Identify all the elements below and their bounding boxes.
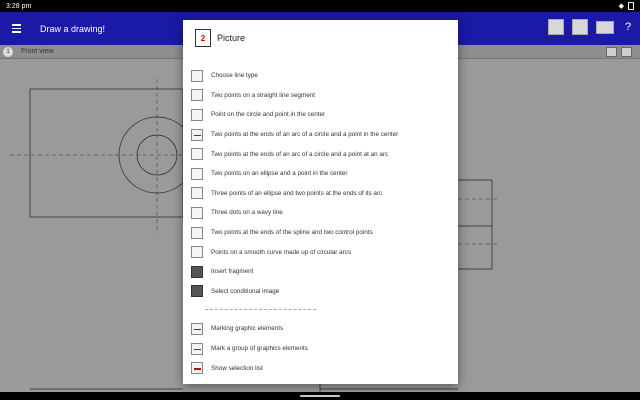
drawing-tool-icon[interactable] xyxy=(548,19,564,35)
menu-item-choose-line-type[interactable]: Choose line type xyxy=(183,66,458,86)
menu-item-line-segment[interactable]: Two points on a straight line segment xyxy=(183,86,458,106)
menu-item-insert-fragment[interactable]: Insert fragment xyxy=(183,262,458,282)
view-title: Front view xyxy=(21,48,54,55)
dialog-title: Picture xyxy=(217,33,246,43)
picture-dialog: 2 Picture Choose line type Two points on… xyxy=(183,20,458,384)
menu-item-selection-list[interactable]: Show selection list xyxy=(183,358,458,378)
menu-item-mark-elements[interactable]: Marking graphic elements xyxy=(183,319,458,339)
line-segment-icon xyxy=(191,89,203,102)
help-button[interactable]: ? xyxy=(622,21,634,33)
outline-left xyxy=(29,88,184,218)
mark-elements-icon xyxy=(191,322,203,335)
circle-icon xyxy=(191,108,203,121)
menu-divider xyxy=(183,301,458,319)
menu-item-circle[interactable]: Point on the circle and point in the cen… xyxy=(183,105,458,125)
home-indicator[interactable] xyxy=(300,395,340,397)
dialog-header: 2 Picture xyxy=(183,20,458,56)
view-number: 1 xyxy=(3,46,13,57)
status-time: 3:28 pm xyxy=(6,2,32,10)
ellipse-arc-icon xyxy=(191,187,203,200)
app-title: Draw a drawing! xyxy=(40,23,106,34)
view-maximize-button[interactable] xyxy=(621,47,632,57)
menu-icon[interactable] xyxy=(0,12,28,45)
status-bar: 3:28 pm ◆ xyxy=(0,0,640,12)
fragment-icon xyxy=(191,265,203,278)
selection-list-icon xyxy=(191,362,203,375)
menu-item-arc-center[interactable]: Two points at the ends of an arc of a ci… xyxy=(183,125,458,145)
menu-item-ellipse-arc[interactable]: Three points of an ellipse and two point… xyxy=(183,184,458,204)
menu-item-wavy-line[interactable]: Three dots on a wavy line xyxy=(183,203,458,223)
wavy-line-icon xyxy=(191,206,203,219)
spline-icon xyxy=(191,226,203,239)
smooth-curve-icon xyxy=(191,246,203,259)
menu-item-conditional-image[interactable]: Select conditional image xyxy=(183,282,458,302)
ellipse-icon xyxy=(191,167,203,180)
navigation-bar xyxy=(0,392,640,400)
mark-group-icon xyxy=(191,342,203,355)
menu-item-spline[interactable]: Two points at the ends of the spline and… xyxy=(183,223,458,243)
arc-center-icon xyxy=(191,128,203,141)
dialog-menu: Choose line type Two points on a straigh… xyxy=(183,66,458,378)
arc-point-icon xyxy=(191,148,203,161)
grid-icon xyxy=(191,69,203,82)
conditional-image-icon xyxy=(191,285,203,298)
menu-item-ellipse[interactable]: Two points on an ellipse and a point in … xyxy=(183,164,458,184)
table-tool-icon[interactable] xyxy=(596,20,614,34)
menu-item-arc-point[interactable]: Two points at the ends of an arc of a ci… xyxy=(183,144,458,164)
menu-item-smooth-curve[interactable]: Points on a smooth curve made up of circ… xyxy=(183,242,458,262)
view-option-button[interactable] xyxy=(606,47,617,57)
app-logo-icon: 2 xyxy=(195,29,211,47)
dimension-tool-icon[interactable] xyxy=(572,19,588,35)
wifi-icon: ◆ xyxy=(618,3,624,10)
battery-icon xyxy=(628,2,634,10)
menu-item-mark-group[interactable]: Mark a group of graphics elements xyxy=(183,339,458,359)
